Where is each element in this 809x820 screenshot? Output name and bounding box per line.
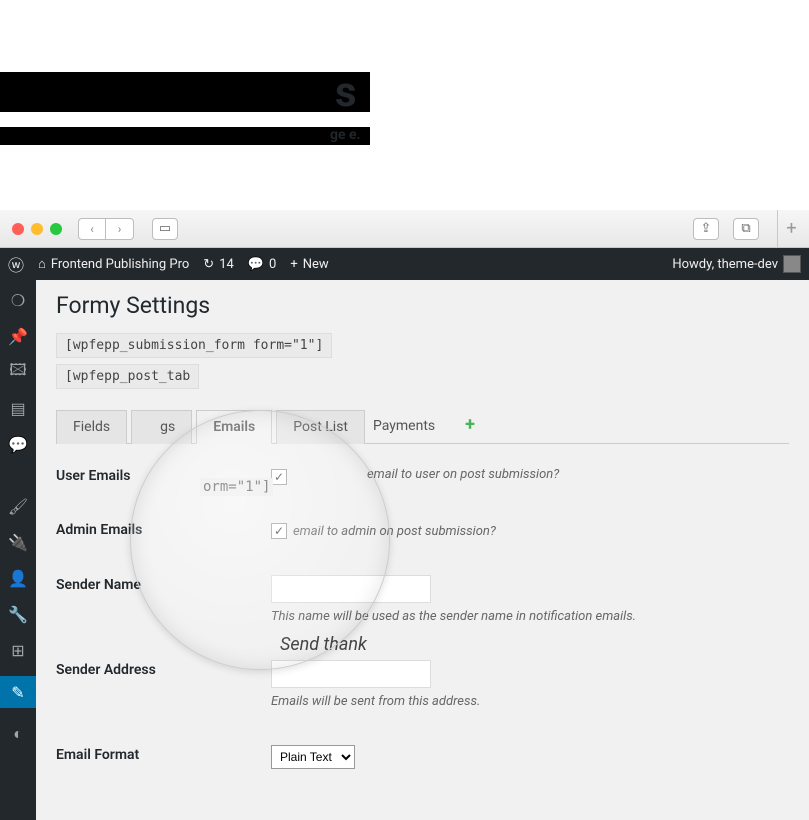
label-admin-emails: Admin Emails (56, 520, 271, 539)
tabs-button[interactable]: ⧉ (733, 218, 759, 240)
share-button[interactable]: ⇪ (693, 218, 719, 240)
posts-icon[interactable]: 📌 (8, 326, 28, 346)
howdy-link[interactable]: Howdy, theme-dev (672, 255, 801, 273)
forward-button[interactable]: › (106, 218, 134, 240)
tab-emails[interactable]: Emails (196, 410, 272, 444)
tab-add[interactable]: + (455, 410, 485, 444)
settings-icon[interactable]: ⊞ (8, 640, 28, 660)
new-label: New (303, 257, 329, 272)
row-user-emails: User Emails ✓ email to user on post subm… (56, 466, 789, 484)
pages-icon[interactable]: ▤ (8, 398, 28, 418)
wordpress-icon: ⓦ (8, 252, 24, 276)
comment-icon: 💬 (248, 257, 264, 272)
wp-logo[interactable]: ⓦ (8, 252, 24, 276)
comments-link[interactable]: 💬 0 (248, 257, 277, 272)
minimize-icon[interactable] (31, 223, 43, 235)
desc-sender-name: This name will be used as the sender nam… (271, 609, 789, 624)
appearance-icon[interactable]: 🖌 (8, 496, 28, 516)
checkbox-admin-emails[interactable]: ✓ (271, 523, 287, 539)
new-tab-button[interactable]: + (777, 210, 797, 248)
sidebar-toggle-button[interactable]: ▭ (152, 218, 178, 240)
back-button[interactable]: ‹ (78, 218, 106, 240)
shortcode-2[interactable]: [wpfepp_post_tab (56, 364, 199, 389)
magnified-send-thank: Send thank (280, 634, 367, 655)
desc-user-emails: email to user on post submission? (367, 467, 789, 482)
desc-sender-address: Emails will be sent from this address. (271, 694, 789, 709)
select-email-format[interactable]: Plain Text (271, 745, 355, 769)
howdy-text: Howdy, theme-dev (672, 257, 778, 272)
tab-postlist[interactable]: Post List (276, 410, 365, 444)
home-icon: ⌂ (38, 256, 46, 272)
tab-settings[interactable]: gs (131, 410, 192, 444)
site-name: Frontend Publishing Pro (51, 257, 189, 272)
formy-icon[interactable]: ✎ (0, 676, 36, 708)
wp-admin-bar: ⓦ ⌂ Frontend Publishing Pro ↻ 14 💬 0 + N… (0, 248, 809, 280)
window-controls (12, 223, 62, 235)
tab-fields[interactable]: Fields (56, 410, 127, 444)
header-fragment-s: s (335, 68, 357, 117)
top-black-bar-1 (0, 72, 370, 112)
media-icon[interactable]: 🖾 (8, 362, 28, 382)
updates-link[interactable]: ↻ 14 (203, 257, 234, 272)
users-icon[interactable]: 👤 (8, 568, 28, 588)
browser-window: ‹ › ▭ ⇪ ⧉ + ⓦ ⌂ Frontend Publishing Pro … (0, 210, 809, 820)
row-admin-emails: Admin Emails ✓ email to admin on post su… (56, 520, 789, 539)
form-table: User Emails ✓ email to user on post subm… (56, 466, 789, 769)
updates-count: 14 (219, 257, 234, 272)
tools-icon[interactable]: 🔧 (8, 604, 28, 624)
refresh-icon: ↻ (203, 257, 214, 272)
close-icon[interactable] (12, 223, 24, 235)
row-email-format: Email Format Plain Text (56, 745, 789, 769)
nav-buttons: ‹ › (78, 218, 134, 240)
new-link[interactable]: + New (290, 257, 328, 272)
wp-sidebar: ❍ 📌 🖾 ▤ 💬 🖌 🔌 👤 🔧 ⊞ ✎ ◐ (0, 280, 36, 820)
tab-payments[interactable]: Payments (369, 410, 451, 444)
input-sender-name[interactable] (271, 575, 431, 603)
label-sender-address: Sender Address (56, 660, 271, 709)
desc-admin-emails: email to admin on post submission? (293, 524, 496, 539)
collapse-icon[interactable]: ◐ (8, 724, 28, 744)
avatar (783, 255, 801, 273)
shortcode-1[interactable]: [wpfepp_submission_form form="1"] (56, 333, 332, 358)
label-email-format: Email Format (56, 745, 271, 769)
row-sender-address: Sender Address Emails will be sent from … (56, 660, 789, 709)
magnified-shortcode-partial: orm="1"] (200, 478, 273, 496)
site-link[interactable]: ⌂ Frontend Publishing Pro (38, 256, 189, 272)
wp-content: ❍ 📌 🖾 ▤ 💬 🖌 🔌 👤 🔧 ⊞ ✎ ◐ Formy Settings [… (0, 280, 809, 820)
wp-main: Formy Settings [wpfepp_submission_form f… (36, 280, 809, 820)
maximize-icon[interactable] (50, 223, 62, 235)
label-sender-name: Sender Name (56, 575, 271, 624)
browser-chrome: ‹ › ▭ ⇪ ⧉ + (0, 210, 809, 248)
comments-count: 0 (269, 257, 276, 272)
dashboard-icon[interactable]: ❍ (8, 290, 28, 310)
plus-icon: + (290, 257, 297, 272)
top-black-bar-2 (0, 127, 370, 145)
comments-icon[interactable]: 💬 (8, 434, 28, 454)
plugins-icon[interactable]: 🔌 (8, 532, 28, 552)
input-sender-address[interactable] (271, 660, 431, 688)
header-fragment-text: ge e. (330, 127, 361, 143)
tab-bar: Fields gs Emails Post List Payments + (56, 409, 789, 444)
row-sender-name: Sender Name This name will be used as th… (56, 575, 789, 624)
page-title: Formy Settings (56, 292, 789, 319)
